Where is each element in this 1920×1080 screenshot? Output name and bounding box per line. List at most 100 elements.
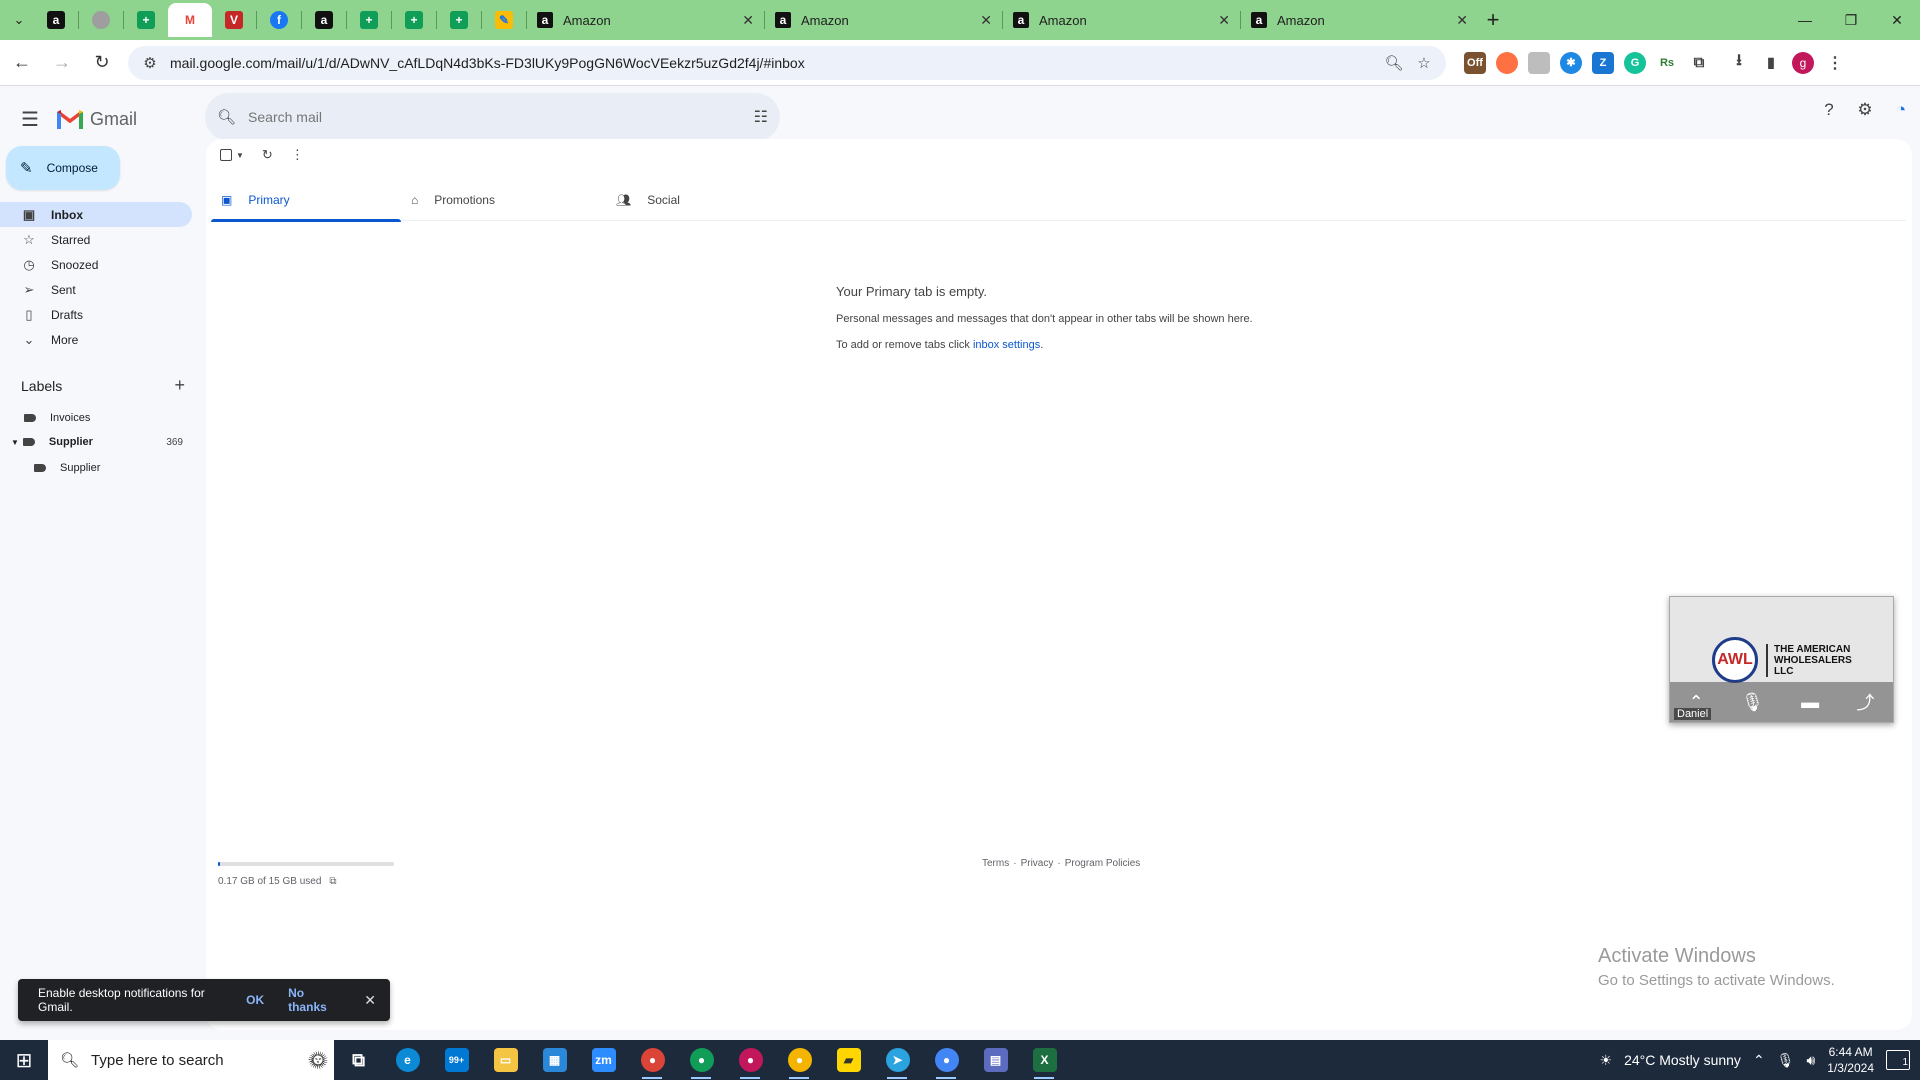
pinned-tab-amazon-2[interactable]: a	[302, 3, 346, 37]
tab-primary[interactable]: ▣ Primary	[211, 179, 401, 222]
tray-expand-icon[interactable]: ⌃	[1753, 1052, 1765, 1069]
calculator-icon[interactable]: ▤	[971, 1040, 1020, 1080]
volume-icon[interactable]: 🔊︎	[1806, 1052, 1815, 1069]
pinned-tab-sheets-3[interactable]: +	[392, 3, 436, 37]
browser-menu-icon[interactable]: ⋮	[1824, 51, 1846, 74]
close-tab-icon[interactable]: ✕	[1218, 12, 1230, 29]
clock[interactable]: 6:44 AM 1/3/2024	[1827, 1044, 1874, 1076]
close-icon[interactable]: ✕	[364, 992, 376, 1009]
close-tab-icon[interactable]: ✕	[980, 12, 992, 29]
forward-icon[interactable]: →	[44, 45, 80, 81]
tab-promotions[interactable]: ⌂ Promotions	[401, 179, 606, 221]
label-supplier[interactable]: ▼ Supplier 369	[11, 436, 183, 448]
close-tab-icon[interactable]: ✕	[1456, 12, 1468, 29]
search-bar[interactable]: 🔍︎ ☷	[205, 93, 780, 141]
main-menu-icon[interactable]: ☰	[6, 95, 54, 143]
compose-button[interactable]: ✎ Compose	[6, 146, 120, 190]
program-policies-link[interactable]: Program Policies	[1065, 858, 1141, 869]
taskbar-search[interactable]: 🔍︎ Type here to search 🌞︎	[48, 1040, 334, 1080]
chrome-profile-icon[interactable]: ●	[677, 1040, 726, 1080]
puzzle-extensions-icon[interactable]: ⧉	[1688, 51, 1710, 74]
pinned-tab-sheets-2[interactable]: +	[347, 3, 391, 37]
pinned-tab-amazon[interactable]: a	[34, 3, 78, 37]
pinned-tab-gmail[interactable]: M	[168, 3, 212, 37]
site-info-icon[interactable]: ⚙	[140, 53, 160, 73]
sidebar-item-more[interactable]: ⌄ More	[0, 327, 192, 352]
terms-link[interactable]: Terms	[982, 858, 1009, 869]
sticky-notes-icon[interactable]: ▰	[824, 1040, 873, 1080]
blue-extension-icon[interactable]: ✱	[1560, 51, 1582, 74]
orange-extension-icon[interactable]	[1496, 51, 1518, 74]
url-text[interactable]: mail.google.com/mail/u/1/d/ADwNV_cAfLDqN…	[170, 55, 1374, 71]
tab-amazon-4[interactable]: a Amazon ✕	[1241, 3, 1478, 37]
refresh-icon[interactable]: ↻	[262, 147, 273, 163]
video-call-widget[interactable]: AWL THE AMERICAN WHOLESALERS LLC ⌃ 🎙︎ ▬ …	[1669, 596, 1894, 723]
store-icon[interactable]: ▦	[530, 1040, 579, 1080]
address-bar[interactable]: ⚙ mail.google.com/mail/u/1/d/ADwNV_cAfLD…	[128, 45, 1446, 80]
telegram-icon[interactable]: ➤	[873, 1040, 922, 1080]
download-icon[interactable]: ⭳	[1728, 51, 1750, 74]
tab-amazon-3[interactable]: a Amazon ✕	[1003, 3, 1240, 37]
edge-icon[interactable]: e	[383, 1040, 432, 1080]
bookmark-star-icon[interactable]: ☆	[1414, 53, 1434, 73]
sidebar-item-sent[interactable]: ➢ Sent	[0, 277, 192, 302]
reload-icon[interactable]: ↻	[84, 45, 120, 81]
chrome-profile-2-icon[interactable]: ●	[726, 1040, 775, 1080]
pinned-tab-facebook[interactable]: f	[257, 3, 301, 37]
tab-amazon-1[interactable]: a Amazon ✕	[527, 3, 764, 37]
microphone-icon[interactable]: 🎙︎	[1777, 1052, 1795, 1069]
expand-arrow-icon[interactable]: ▼	[11, 438, 19, 447]
pinned-tab-sheets-4[interactable]: +	[437, 3, 481, 37]
zoom-app-icon[interactable]: zm	[579, 1040, 628, 1080]
sidebar-item-drafts[interactable]: ▯ Drafts	[0, 302, 192, 327]
mic-off-icon[interactable]: 🎙︎	[1741, 692, 1764, 713]
grammarly-icon[interactable]: G	[1624, 51, 1646, 74]
new-tab-button[interactable]: +	[1478, 5, 1508, 35]
weather-text[interactable]: 24°C Mostly sunny	[1624, 1052, 1741, 1068]
snackbar-ok-button[interactable]: OK	[246, 993, 264, 1007]
zm-extension-icon[interactable]: Z	[1592, 51, 1614, 74]
back-icon[interactable]: ←	[4, 45, 40, 81]
file-explorer-icon[interactable]: ▭	[481, 1040, 530, 1080]
weather-icon[interactable]: ☀	[1600, 1052, 1613, 1069]
select-all-checkbox[interactable]: ▼	[220, 149, 244, 161]
tab-search-icon[interactable]: ⌄	[4, 5, 34, 35]
popout-icon[interactable]: ⤴	[1856, 689, 1874, 715]
zoom-icon[interactable]: 🔍︎	[1384, 53, 1404, 73]
gmail-logo[interactable]: Gmail	[56, 108, 137, 130]
search-options-icon[interactable]: ☷	[754, 107, 768, 127]
privacy-link[interactable]: Privacy	[1021, 858, 1054, 869]
sidebar-item-snoozed[interactable]: ◷ Snoozed	[0, 252, 192, 277]
windows-start-icon[interactable]: ⊞	[0, 1040, 48, 1080]
help-icon[interactable]: ?	[1816, 97, 1842, 123]
camera-icon[interactable]: ▬	[1801, 692, 1819, 713]
chrome-icon[interactable]: ●	[628, 1040, 677, 1080]
pinned-tab-pencil[interactable]: ✎	[482, 3, 526, 37]
task-view-icon[interactable]: ⧉	[334, 1040, 383, 1080]
rs-extension-icon[interactable]: Rs	[1656, 51, 1678, 74]
tab-amazon-2[interactable]: a Amazon ✕	[765, 3, 1002, 37]
label-invoices[interactable]: Invoices	[24, 412, 90, 424]
close-tab-icon[interactable]: ✕	[742, 12, 754, 29]
profile-avatar[interactable]: g	[1792, 51, 1814, 74]
side-panel-icon[interactable]: ▮	[1760, 51, 1782, 74]
notification-center-icon[interactable]: 1	[1886, 1050, 1910, 1070]
pinned-tab-sheets[interactable]: +	[124, 3, 168, 37]
restore-icon[interactable]: ❐	[1828, 0, 1874, 40]
search-icon[interactable]: 🔍︎	[217, 108, 236, 126]
search-input[interactable]	[248, 109, 742, 125]
label-supplier-sub[interactable]: Supplier	[34, 462, 100, 474]
tab-social[interactable]: 👥︎ Social	[606, 179, 796, 221]
sidebar-item-starred[interactable]: ☆ Starred	[0, 227, 192, 252]
account-icon[interactable]: ◔	[1888, 97, 1914, 123]
inbox-settings-link[interactable]: inbox settings	[973, 339, 1040, 351]
snackbar-no-thanks-button[interactable]: No thanks	[288, 986, 340, 1014]
pinned-tab-red[interactable]: V	[212, 3, 256, 37]
more-options-icon[interactable]: ⋮	[291, 147, 304, 163]
close-window-icon[interactable]: ✕	[1874, 0, 1920, 40]
excel-icon[interactable]: X	[1020, 1040, 1069, 1080]
settings-gear-icon[interactable]: ⚙	[1852, 97, 1878, 123]
pinned-tab-grey[interactable]	[79, 3, 123, 37]
chrome-profile-4-icon[interactable]: ●	[922, 1040, 971, 1080]
open-external-icon[interactable]: ⧉	[329, 876, 336, 887]
